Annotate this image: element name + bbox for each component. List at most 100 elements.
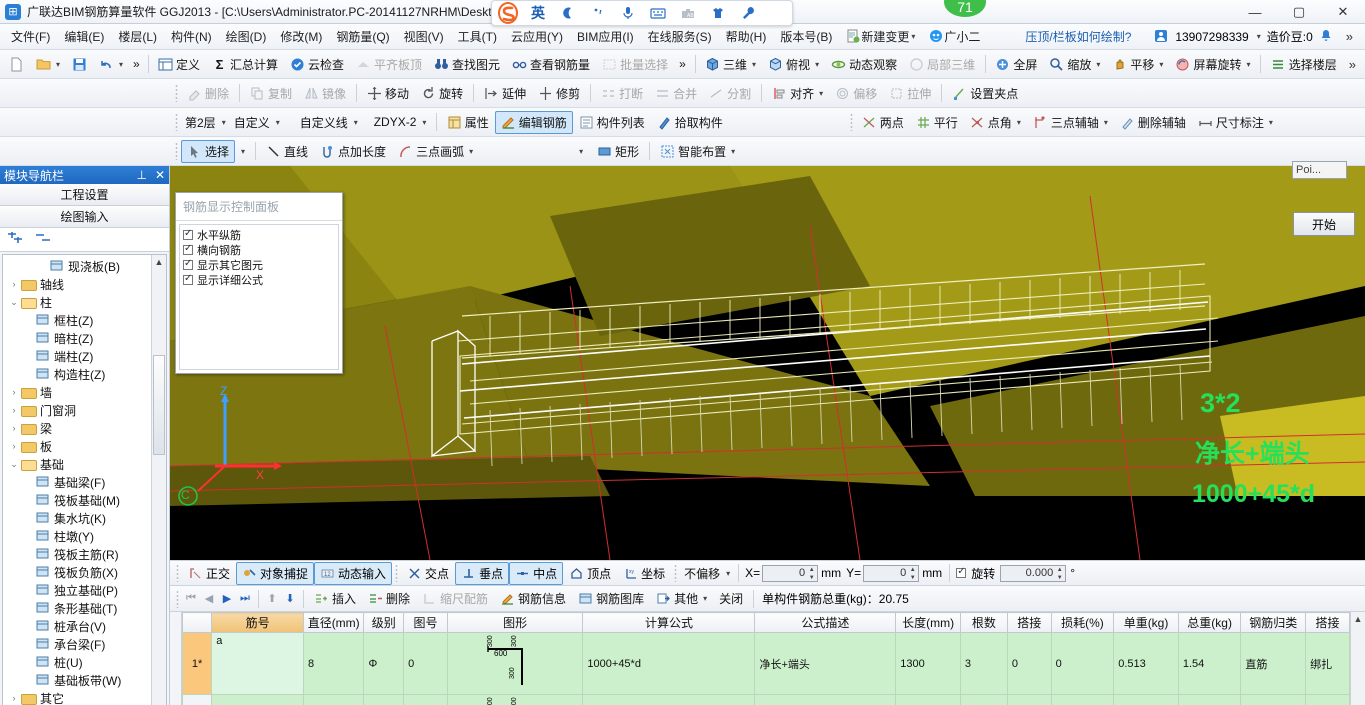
spin-down-icon[interactable]: ▼ (1055, 574, 1064, 582)
draw-input-button[interactable]: 绘图输入 (0, 206, 169, 228)
chevron-down-icon[interactable]: ▾ (469, 147, 473, 156)
rotate-input[interactable]: 0.000 ▲ ▼ (1000, 564, 1067, 582)
cell-unitweight[interactable]: 0.513 (1113, 632, 1179, 695)
tree-item-leaf[interactable]: 柱墩(Y) (3, 527, 166, 545)
select-tool[interactable]: 选择 (181, 139, 236, 163)
save-button[interactable] (66, 54, 93, 75)
cell-lapmode[interactable]: 绑扎 (1305, 632, 1350, 695)
close-grid-button[interactable]: 关闭 (713, 587, 749, 610)
cell-totalweight[interactable]: 10.27 (1177, 694, 1242, 705)
x-input[interactable]: 0 ▲ ▼ (762, 564, 819, 582)
tree-item-folder[interactable]: › 墙 (3, 383, 166, 401)
extend-button[interactable]: 延伸 (478, 82, 532, 105)
sogou-ime-toolbar[interactable]: 英 AB (491, 0, 793, 26)
nav-prev-button[interactable]: ◀ (200, 592, 218, 605)
column-header-rownum[interactable] (182, 612, 213, 633)
cloud-check-button[interactable]: 云检查 (284, 53, 350, 76)
tree-expander-icon[interactable]: ⌄ (7, 297, 21, 308)
tree-item-folder[interactable]: › 门窗洞 (3, 401, 166, 419)
column-header-totalweight[interactable]: 总重(kg) (1177, 612, 1242, 633)
scroll-thumb[interactable] (153, 355, 165, 455)
find-element-button[interactable]: 查找图元 (428, 53, 506, 76)
spin-up-icon[interactable]: ▲ (908, 566, 917, 574)
tree-item-folder[interactable]: › 板 (3, 437, 166, 455)
offset-mode-selector[interactable]: 不偏移 ▾ (680, 563, 734, 584)
flush-slab-top-button[interactable]: 平齐板顶 (350, 53, 428, 76)
cell-unitweight[interactable]: 0.513 (1113, 694, 1179, 705)
ime-skin-icon[interactable] (704, 2, 732, 24)
rotate-button[interactable]: 旋转 (415, 82, 469, 105)
other-button[interactable]: 其他 ▾ (650, 587, 713, 610)
tree-item-folder[interactable]: ⌄ 柱 (3, 293, 166, 311)
nav-last-button[interactable]: ⏭ (236, 592, 254, 605)
tree-expander-icon[interactable]: › (7, 405, 21, 415)
tree-item-leaf[interactable]: 基础板带(W) (3, 671, 166, 689)
chevron-down-icon[interactable]: ▾ (1159, 60, 1163, 69)
checkbox-horizontal-longitudinal[interactable] (183, 228, 193, 240)
delete-row-button[interactable]: 删除 (362, 587, 416, 610)
nav-first-button[interactable]: ⏮ (182, 592, 200, 605)
cell-formula[interactable]: 1000+300 (582, 694, 756, 705)
column-header-grade[interactable]: 级别 (363, 612, 405, 633)
intersection-snap[interactable]: 交点 (401, 562, 455, 585)
checkbox-show-other-elements[interactable] (183, 258, 193, 270)
ortho-toggle[interactable]: 正交 (182, 562, 236, 585)
menu-bim-app[interactable]: BIM应用(I) (570, 25, 641, 48)
y-input[interactable]: 0 ▲ ▼ (863, 564, 920, 582)
tree-item-leaf[interactable]: 桩承台(V) (3, 617, 166, 635)
tree-item-leaf[interactable]: 端柱(Z) (3, 347, 166, 365)
three-point-axis-button[interactable]: 三点辅轴 ▾ (1027, 111, 1114, 134)
chevron-down-icon[interactable]: ▾ (1246, 60, 1250, 69)
tree-expander-icon[interactable]: ⌄ (7, 459, 21, 470)
ime-wrench-icon[interactable] (734, 2, 762, 24)
chevron-down-icon[interactable]: ▾ (1104, 118, 1108, 127)
close-icon[interactable]: ✕ (155, 168, 165, 182)
property-button[interactable]: 属性 (441, 111, 495, 134)
toolbar-grip[interactable] (175, 84, 178, 102)
rebar-display-control-panel[interactable]: 钢筋显示控制面板 水平纵筋 横向钢筋 显示其它图元 (175, 192, 343, 374)
chevron-down-icon[interactable]: ▾ (1257, 32, 1261, 41)
rotate-checkbox[interactable] (956, 566, 967, 578)
category-selector[interactable]: 自定义 ▾ (230, 112, 296, 133)
dynamic-input-toggle[interactable]: 12 动态输入 (314, 561, 393, 585)
column-header-formula[interactable]: 计算公式 (582, 612, 756, 633)
cell-shape[interactable]: 300300600300 (446, 694, 584, 705)
column-header-loss[interactable]: 损耗(%) (1050, 612, 1115, 633)
tree-item-leaf[interactable]: 条形基础(T) (3, 599, 166, 617)
vertex-snap[interactable]: 顶点 (563, 562, 617, 585)
tree-item-leaf[interactable]: 基础梁(F) (3, 473, 166, 491)
toolbar-grip[interactable] (175, 142, 178, 160)
ime-moon-icon[interactable] (554, 2, 582, 24)
toolbar-overflow-2[interactable]: » (674, 56, 691, 72)
cell-lapmode[interactable]: 绑扎 (1305, 694, 1350, 705)
cell-length[interactable]: 1300 (895, 694, 961, 705)
column-header-name[interactable]: 筋号 (211, 612, 304, 633)
cell-count[interactable]: 3 (959, 632, 1008, 695)
cell-rownum[interactable]: 2 (182, 694, 213, 705)
menu-element[interactable]: 构件(N) (164, 25, 219, 48)
element-list-button[interactable]: 构件列表 (573, 111, 651, 134)
remove-icon[interactable] (34, 231, 52, 248)
summary-calc-button[interactable]: Σ 汇总计算 (206, 53, 284, 76)
ime-punctuation-icon[interactable] (584, 2, 612, 24)
table-row[interactable]: 2横向钢筋.28Φ03003006003001000+300净长+端头13002… (182, 694, 1350, 705)
object-snap-toggle[interactable]: 对象捕捉 (236, 561, 315, 585)
chevron-down-icon[interactable]: ▾ (222, 118, 226, 127)
checkbox-show-detail-formula[interactable] (183, 273, 193, 285)
column-header-length[interactable]: 长度(mm) (895, 612, 961, 633)
menu-online-service[interactable]: 在线服务(S) (641, 25, 719, 48)
cell-diameter[interactable]: 8 (302, 694, 365, 705)
option-row[interactable]: 水平纵筋 (183, 227, 338, 242)
chevron-down-icon[interactable]: ▾ (354, 118, 358, 127)
view-rebar-button[interactable]: 查看钢筋量 (506, 53, 596, 76)
toolbar-grip[interactable] (175, 113, 178, 131)
cell-name[interactable]: 横向钢筋.2 (211, 694, 304, 705)
menu-version[interactable]: 版本号(B) (773, 25, 839, 48)
delete-button[interactable]: 删除 (181, 82, 235, 105)
ime-microphone-icon[interactable] (614, 2, 642, 24)
ime-keyboard-icon[interactable] (644, 2, 672, 24)
point-length-tool[interactable]: 点加长度 (314, 140, 392, 163)
cell-shape[interactable]: 300300600300 (446, 632, 584, 695)
menu-draw[interactable]: 绘图(D) (219, 25, 274, 48)
two-point-button[interactable]: 两点 (856, 111, 910, 134)
